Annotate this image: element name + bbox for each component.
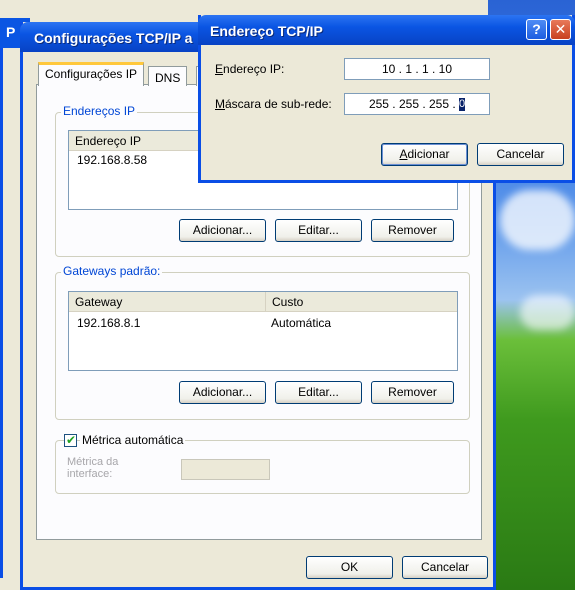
interface-metric-label-line1: Métrica da [67,456,119,468]
subnet-mask-caret: 0 [459,98,466,112]
ip-address-label: Endereço IP: [215,62,284,76]
list-item[interactable]: 192.168.8.58 [77,153,147,167]
interface-metric-input[interactable] [181,459,270,480]
cancel-tcpip-button[interactable]: Cancelar [477,143,564,166]
edit-ip-button[interactable]: Editar... [275,219,362,242]
automatic-metric-label[interactable]: Métrica automática [80,433,186,447]
gateways-list[interactable]: Gateway Custo 192.168.8.1 Automática [68,291,458,371]
cancel-button[interactable]: Cancelar [402,556,488,579]
gateway-row-cost[interactable]: Automática [271,316,331,330]
add-ip-button[interactable]: Adicionar... [179,219,266,242]
default-gateways-legend: Gateways padrão: [61,264,163,278]
remove-gateway-button[interactable]: Remover [371,381,454,404]
subnet-mask-label: Máscara de sub-rede: [215,97,332,111]
cloud-decoration [520,295,575,330]
tcpip-dialog-title: Endereço TCP/IP [210,23,323,39]
main-dialog-title: Configurações TCP/IP a [34,30,193,46]
add-gateway-button[interactable]: Adicionar... [179,381,266,404]
subnet-mask-label-accel: M [215,97,225,111]
cloud-decoration [500,190,575,250]
subnet-mask-field[interactable]: 255 . 255 . 255 . 0 [344,93,490,115]
ip-address-field[interactable]: 10 . 1 . 1 . 10 [344,58,490,80]
checkmark-icon: ✔ [66,433,77,447]
column-header-gateway[interactable]: Gateway [69,292,265,312]
remove-ip-button[interactable]: Remover [371,219,454,242]
close-icon[interactable]: ✕ [550,19,571,40]
automatic-metric-checkbox[interactable]: ✔ [64,433,77,447]
add-address-text: dicionar [407,147,450,161]
tab-ip-settings[interactable]: Configurações IP [38,62,145,86]
tab-dns[interactable]: DNS [148,66,188,86]
ok-button[interactable]: OK [306,556,393,579]
subnet-mask-value: 255 . 255 . 255 . [368,97,460,111]
ip-address-label-text: ndereço IP: [223,62,285,76]
ip-addresses-legend: Endereços IP [61,104,138,118]
edit-gateway-button[interactable]: Editar... [275,381,362,404]
column-header-cost[interactable]: Custo [265,292,457,312]
interface-metric-label-line2: interface: [67,468,113,480]
gateway-row-address[interactable]: 192.168.8.1 [77,316,140,330]
interface-metric-label: Métrica da interface: [67,456,118,480]
ip-address-label-accel: E [215,62,224,76]
add-address-button[interactable]: Adicionar [381,143,468,166]
subnet-mask-label-text: áscara de sub-rede: [225,97,332,111]
help-icon[interactable]: ? [526,19,547,40]
